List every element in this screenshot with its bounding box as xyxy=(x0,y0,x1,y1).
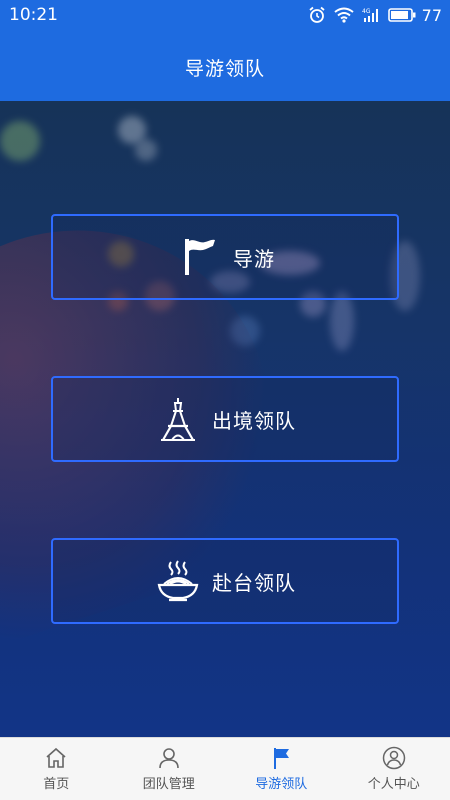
option-label: 出境领队 xyxy=(212,408,296,433)
nav-item-profile[interactable]: 个人中心 xyxy=(338,738,450,800)
alarm-icon xyxy=(308,6,326,24)
wifi-icon xyxy=(334,7,354,23)
taiwan-leader-option-button[interactable]: 赴台领队 xyxy=(51,538,399,624)
status-icons: 4G 77 xyxy=(308,5,442,25)
signal-4g-icon: 4G xyxy=(362,7,380,23)
nav-label: 导游领队 xyxy=(255,777,308,792)
nav-item-guide-leader[interactable]: 导游领队 xyxy=(225,738,338,800)
battery-level: 77 xyxy=(421,5,442,25)
option-label: 导游 xyxy=(233,246,275,271)
status-bar: 10:21 4G 77 xyxy=(0,0,450,30)
eiffel-tower-icon xyxy=(154,395,202,443)
bottom-nav: 首页 团队管理 导游领队 个人中心 xyxy=(0,737,450,800)
outbound-leader-option-button[interactable]: 出境领队 xyxy=(51,376,399,462)
nav-item-team-management[interactable]: 团队管理 xyxy=(113,738,226,800)
nav-label: 团队管理 xyxy=(142,777,195,792)
nav-item-home[interactable]: 首页 xyxy=(0,738,113,800)
nav-label: 首页 xyxy=(43,777,70,792)
noodle-bowl-icon xyxy=(154,557,202,605)
status-time: 10:21 xyxy=(9,5,58,25)
app-header: 10:21 4G 77 导游领队 xyxy=(0,0,450,101)
profile-icon xyxy=(382,746,405,770)
flag-icon xyxy=(274,748,290,769)
nav-label: 个人中心 xyxy=(367,777,420,792)
battery-icon xyxy=(387,8,416,22)
page-title: 导游领队 xyxy=(184,58,265,80)
home-icon xyxy=(46,747,66,768)
flag-icon xyxy=(175,233,223,281)
svg-text:4G: 4G xyxy=(362,8,371,15)
user-icon xyxy=(158,748,179,769)
option-label: 赴台领队 xyxy=(212,570,296,595)
guide-option-button[interactable]: 导游 xyxy=(51,214,399,300)
